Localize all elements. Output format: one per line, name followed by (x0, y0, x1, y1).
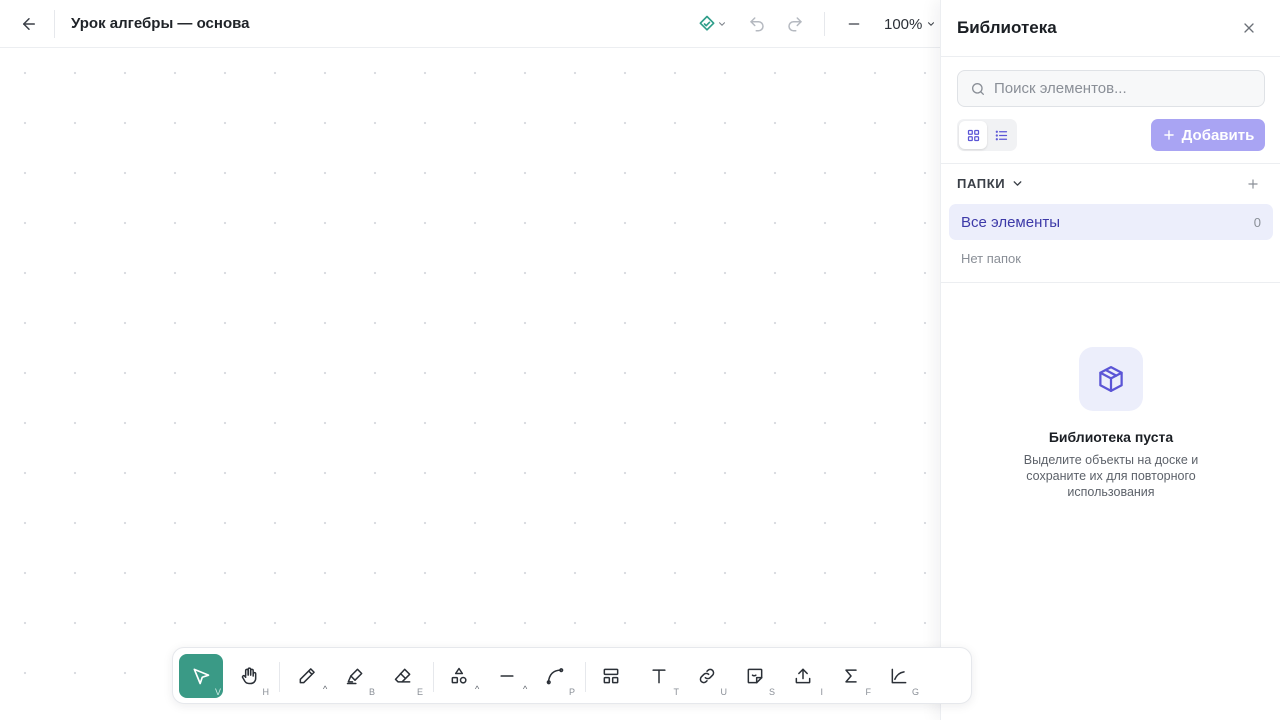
text-icon (652, 669, 666, 684)
all-items-folder[interactable]: Все элементы 0 (949, 204, 1273, 240)
arrow-left-icon (23, 18, 35, 30)
shortcut-key: U (720, 687, 728, 697)
list-view-button[interactable] (987, 121, 1015, 149)
search-box[interactable] (957, 70, 1265, 107)
search-input[interactable] (994, 80, 1254, 97)
add-item-button[interactable]: Добавить (1151, 119, 1265, 151)
empty-library-illustration (1079, 347, 1143, 411)
zoom-level-dropdown[interactable]: 100% (876, 8, 940, 40)
cloud-sync-icon (699, 15, 715, 31)
line-icon (500, 675, 514, 677)
search-icon (972, 82, 984, 95)
sync-status-button[interactable] (692, 8, 732, 40)
view-toggle (957, 119, 1017, 151)
hand-icon (241, 667, 257, 685)
text-tool-button[interactable]: T (637, 654, 681, 698)
toolbar-divider (433, 662, 434, 692)
divider (824, 12, 825, 36)
highlighter-icon (346, 668, 363, 685)
sigma-icon (845, 669, 857, 683)
toolbar-divider (279, 662, 280, 692)
shortcut-key: P (568, 687, 575, 697)
chevron-down-icon (1013, 181, 1022, 186)
toolbar-divider (585, 662, 586, 692)
all-items-count: 0 (1253, 214, 1261, 230)
select-tool-button[interactable]: V (179, 654, 223, 698)
shapes-icon (451, 667, 467, 684)
folders-section-toggle[interactable]: ПАПКИ (957, 176, 1024, 191)
link-icon (699, 668, 715, 684)
package-icon (1099, 366, 1123, 392)
zoom-out-button[interactable] (838, 8, 870, 40)
close-icon (1244, 23, 1254, 33)
list-icon (995, 130, 1007, 140)
upload-icon (795, 668, 811, 684)
sticky-note-icon (747, 668, 763, 684)
library-panel: Библиотека Добавить ПАПКИ Все элементы 0… (940, 0, 1280, 720)
shortcut-key: F (865, 687, 872, 697)
undo-button[interactable] (741, 8, 773, 40)
chevron-up-icon: ^ (475, 684, 480, 694)
board-canvas[interactable] (0, 48, 940, 720)
formula-tool-button[interactable]: F (829, 654, 873, 698)
zoom-level-value: 100% (884, 15, 923, 33)
close-panel-button[interactable] (1233, 12, 1265, 44)
add-folder-button[interactable] (1237, 168, 1269, 200)
shapes-tool-button[interactable]: ^ (437, 654, 481, 698)
hand-tool-button[interactable]: H (227, 654, 271, 698)
eraser-icon (394, 668, 411, 683)
empty-state-title: Библиотека пуста (1048, 429, 1174, 445)
cursor-icon (193, 668, 210, 685)
sticky-note-tool-button[interactable]: S (733, 654, 777, 698)
chevron-down-icon (718, 22, 726, 26)
folders-label: ПАПКИ (957, 176, 1006, 191)
shortcut-key: G (911, 687, 919, 697)
pen-tool-button[interactable]: ^ (285, 654, 329, 698)
redo-button[interactable] (779, 8, 811, 40)
highlighter-tool-button[interactable]: B (333, 654, 377, 698)
drawing-toolbar: V H ^ B E ^ ^ P T U S I F G (172, 647, 972, 704)
layout-icon (603, 668, 619, 684)
line-tool-button[interactable]: ^ (485, 654, 529, 698)
graph-tool-button[interactable]: G (877, 654, 921, 698)
frame-tool-button[interactable] (589, 654, 633, 698)
link-tool-button[interactable]: U (685, 654, 729, 698)
plus-icon (1248, 179, 1258, 189)
grid-icon (967, 129, 979, 141)
empty-state-description: Выделите объекты на доске и сохраните их… (1023, 453, 1199, 499)
shortcut-key: T (673, 687, 680, 697)
chevron-up-icon: ^ (323, 684, 328, 694)
shortcut-key: S (768, 687, 775, 697)
shortcut-key: V (214, 687, 221, 697)
curve-tool-button[interactable]: P (533, 654, 577, 698)
chevron-up-icon: ^ (523, 684, 528, 694)
curve-icon (546, 668, 564, 685)
redo-icon (788, 17, 802, 32)
graph-icon (891, 668, 907, 684)
top-bar: Урок алгебры — основа 100% (0, 0, 940, 48)
shortcut-key: B (368, 687, 375, 697)
all-items-label: Все элементы (961, 213, 1061, 231)
no-folders-text: Нет папок (961, 251, 1021, 266)
grid-view-button[interactable] (959, 121, 987, 149)
add-item-label: Добавить (1181, 126, 1255, 144)
undo-icon (750, 17, 764, 32)
pencil-icon (299, 668, 315, 684)
divider (54, 10, 55, 38)
chevron-down-icon (928, 22, 935, 26)
divider (941, 56, 1280, 57)
shortcut-key: E (416, 687, 423, 697)
document-title[interactable]: Урок алгебры — основа (71, 15, 250, 32)
shortcut-key: I (820, 687, 823, 697)
back-button[interactable] (13, 8, 45, 40)
plus-icon (1163, 130, 1174, 140)
divider (941, 282, 1280, 283)
panel-title: Библиотека (957, 18, 1057, 37)
upload-tool-button[interactable]: I (781, 654, 825, 698)
eraser-tool-button[interactable]: E (381, 654, 425, 698)
shortcut-key: H (262, 687, 270, 697)
divider (941, 163, 1280, 164)
minus-icon (848, 23, 860, 25)
